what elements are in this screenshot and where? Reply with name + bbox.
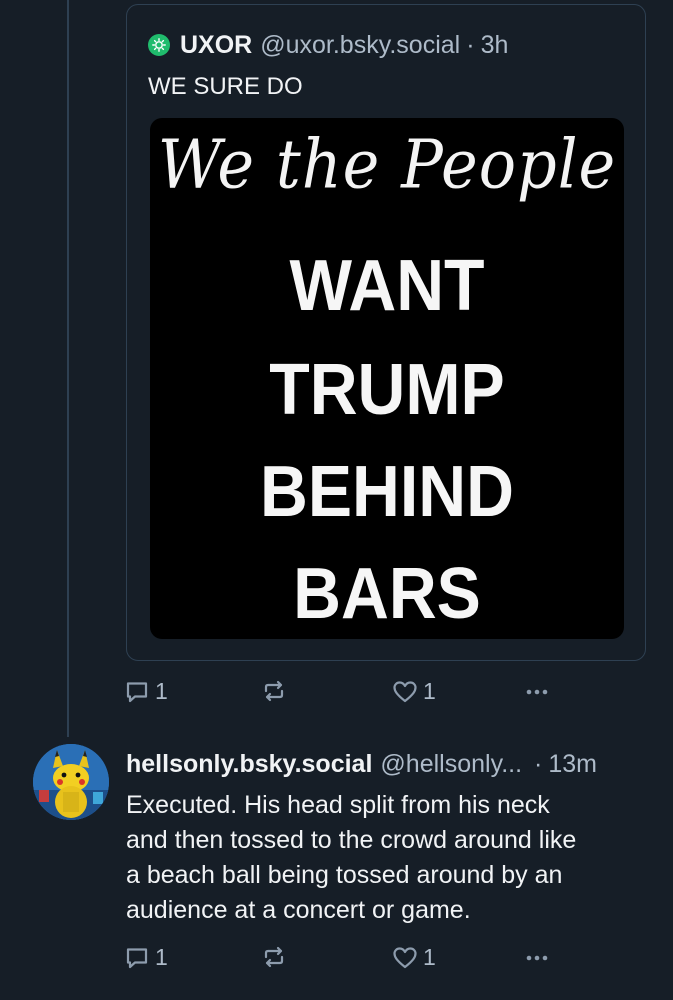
reply-text-line: Executed. His head split from his neck <box>126 791 550 819</box>
reply-author-avatar[interactable] <box>33 744 109 820</box>
like-count: 1 <box>423 678 436 704</box>
like-count: 1 <box>423 944 436 970</box>
quoted-separator: · <box>466 30 475 59</box>
repost-arrows-icon <box>264 946 284 968</box>
post-action-bar: 1 1 <box>124 944 554 974</box>
repost-button[interactable] <box>261 678 287 704</box>
gear-icon <box>152 38 166 52</box>
image-script-text: We the People <box>157 125 617 204</box>
reply-text-line: and then tossed to the crowd around like <box>126 826 577 854</box>
quoted-author-avatar[interactable] <box>148 34 170 56</box>
heart-outline-icon <box>393 946 417 968</box>
speech-bubble-icon <box>126 681 148 702</box>
quoted-author-name[interactable]: UXOR <box>180 31 252 60</box>
reply-button[interactable]: 1 <box>124 944 168 971</box>
quoted-post-time[interactable]: 3h <box>481 31 509 60</box>
like-button[interactable]: 1 <box>392 944 436 971</box>
quoted-post-card[interactable]: UXOR @uxor.bsky.social · 3h WE SURE DO W… <box>126 4 646 661</box>
reply-count: 1 <box>155 944 168 970</box>
reply-post-header: hellsonly.bsky.social @hellsonly... · 13… <box>126 748 597 780</box>
quoted-author-handle[interactable]: @uxor.bsky.social <box>260 31 460 60</box>
image-text-line: WANT <box>289 246 485 326</box>
ellipsis-icon <box>526 689 548 695</box>
reply-post-time[interactable]: 13m <box>548 750 597 779</box>
reply-button[interactable]: 1 <box>124 678 168 705</box>
reply-count: 1 <box>155 678 168 704</box>
image-text-line: BEHIND <box>260 452 514 532</box>
repost-button[interactable] <box>261 944 287 970</box>
image-text-line: TRUMP <box>269 350 505 430</box>
quoted-post-header: UXOR @uxor.bsky.social · 3h <box>148 31 508 59</box>
reply-text-line: a beach ball being tossed around by an <box>126 861 563 889</box>
quoted-post-text: WE SURE DO <box>148 73 303 100</box>
reply-text-line: audience at a concert or game. <box>126 896 471 924</box>
quoted-post-image[interactable]: We the People WANT TRUMP BEHIND BARS <box>150 118 624 639</box>
reply-author-handle[interactable]: @hellsonly... <box>380 750 522 779</box>
post-action-bar: 1 1 <box>124 678 554 708</box>
image-text-line: BARS <box>293 554 481 634</box>
ellipsis-icon <box>526 955 548 961</box>
reply-separator: · <box>534 749 543 778</box>
like-button[interactable]: 1 <box>392 678 436 705</box>
heart-outline-icon <box>393 680 417 702</box>
more-options-button[interactable] <box>524 678 550 704</box>
repost-arrows-icon <box>264 680 284 702</box>
thread-connector-line <box>67 0 69 737</box>
reply-post-text: Executed. His head split from his neck a… <box>126 788 656 928</box>
more-options-button[interactable] <box>524 944 550 970</box>
speech-bubble-icon <box>126 947 148 968</box>
pikachu-avatar-image <box>33 744 109 820</box>
reply-author-name[interactable]: hellsonly.bsky.social <box>126 750 372 779</box>
